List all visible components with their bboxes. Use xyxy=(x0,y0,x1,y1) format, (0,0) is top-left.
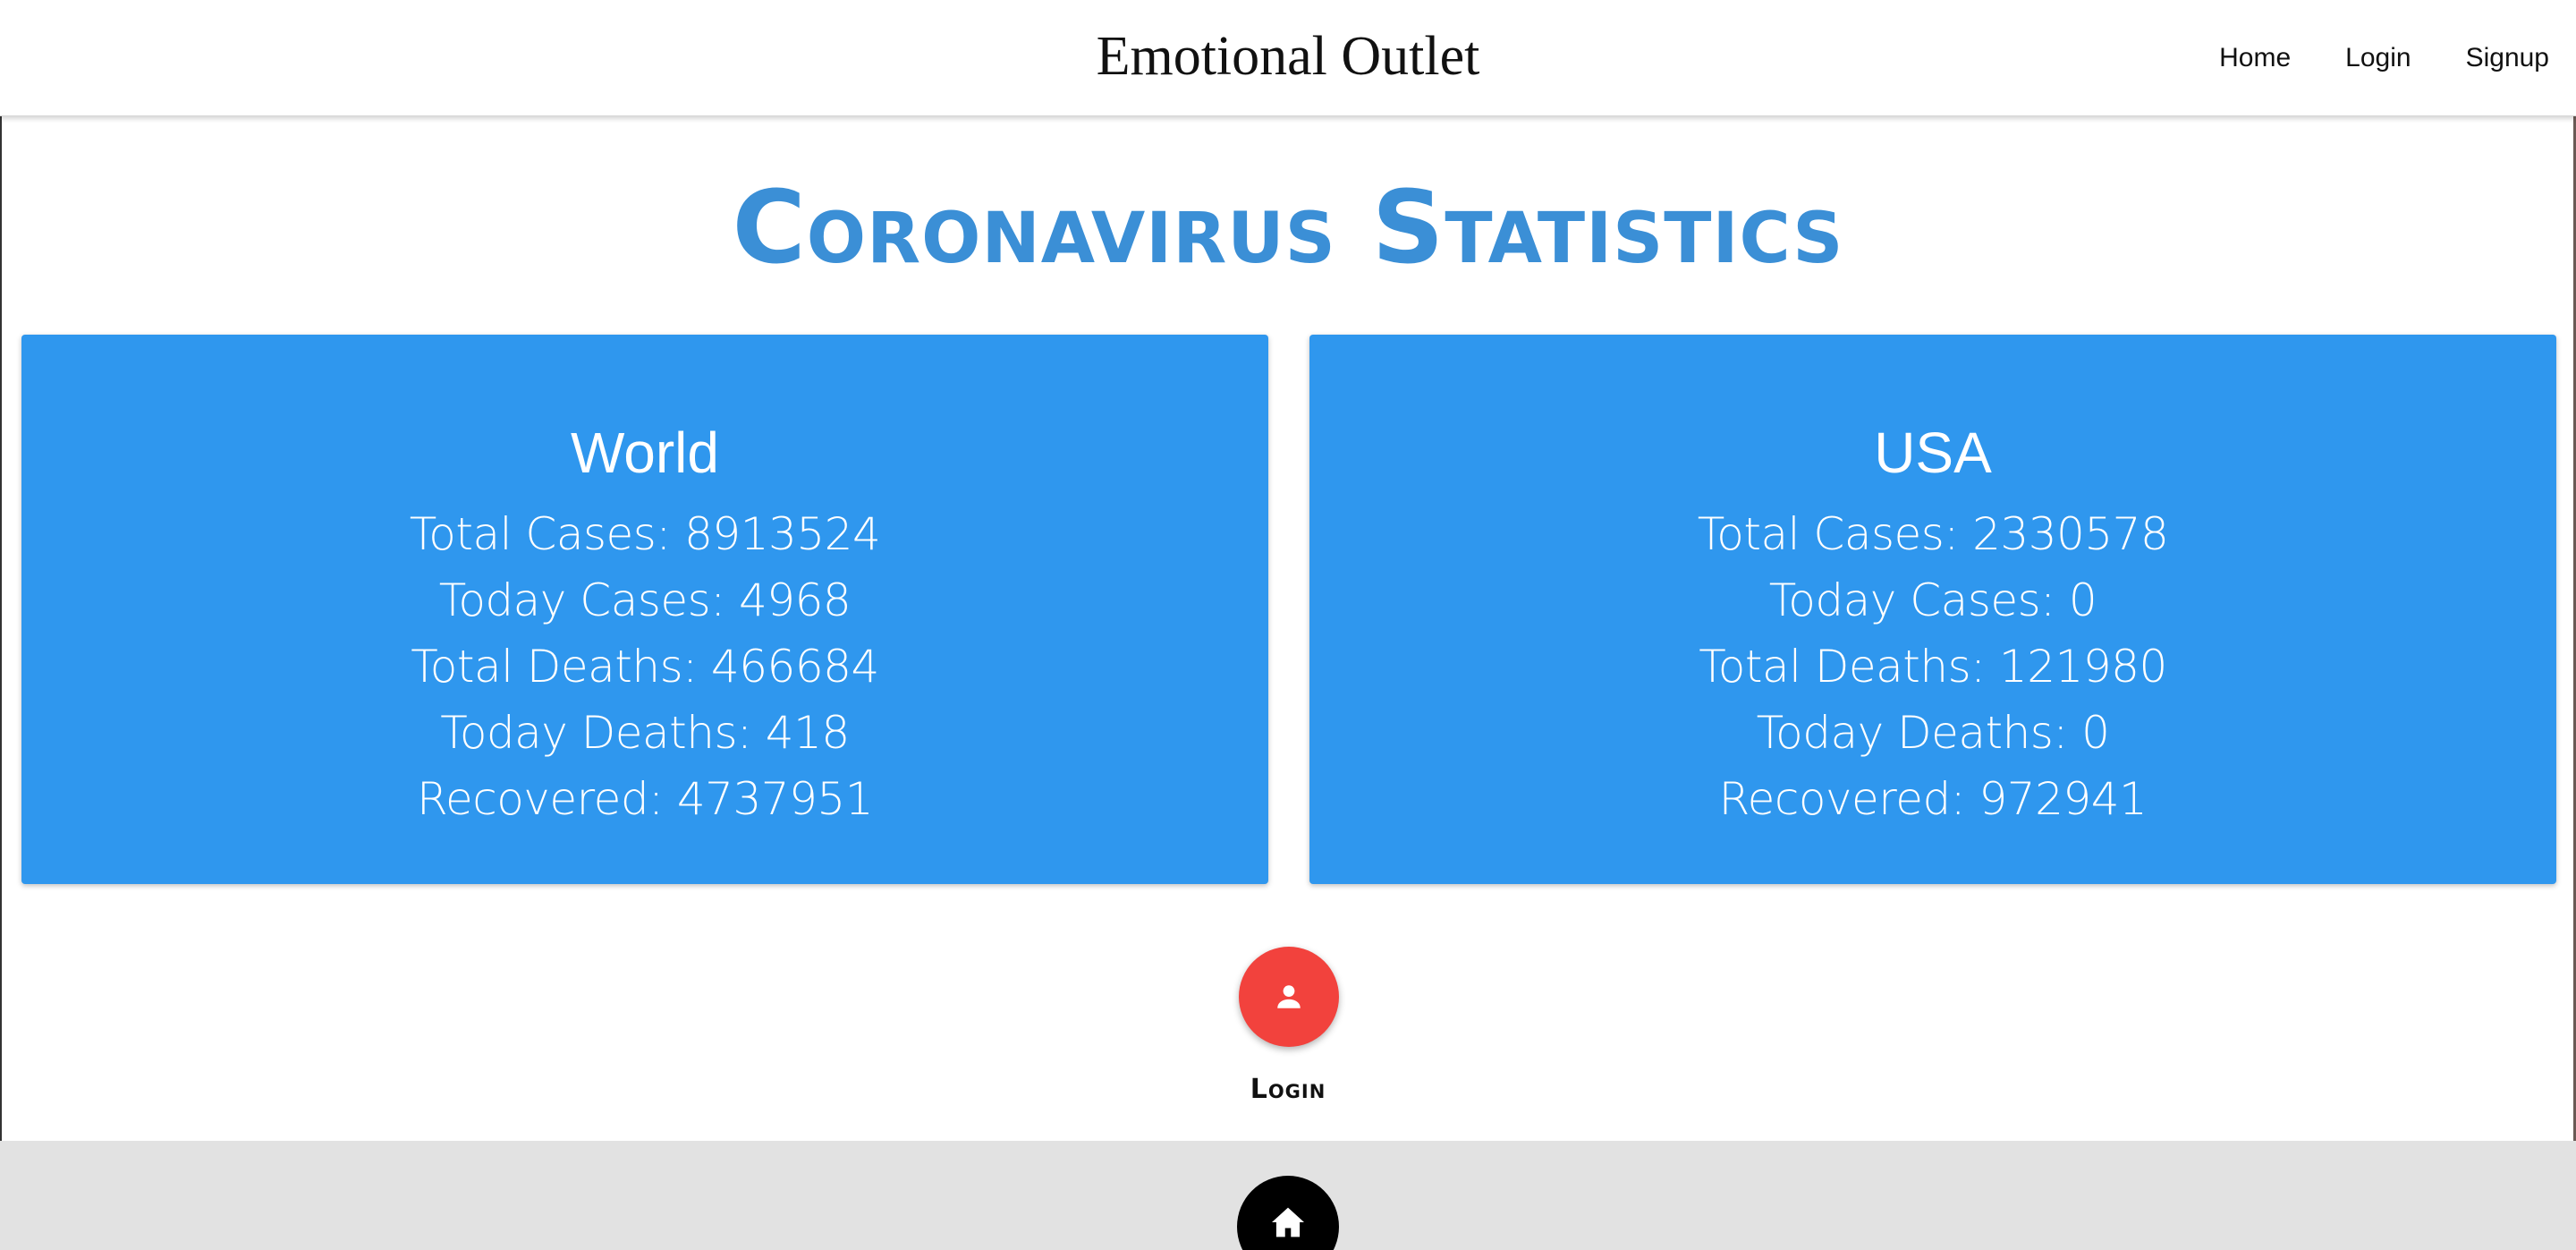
stat-total-deaths: Total Deaths: 466684 xyxy=(411,641,879,693)
stat-list: Total Cases: 8913524 Today Cases: 4968 T… xyxy=(21,501,1268,832)
nav-link-signup[interactable]: Signup xyxy=(2466,43,2549,73)
nav-link-login[interactable]: Login xyxy=(2345,43,2411,73)
stat-total-cases: Total Cases: 2330578 xyxy=(1697,508,2169,560)
page-title: Coronavirus Statistics xyxy=(732,170,1844,286)
home-icon xyxy=(1272,1207,1304,1237)
stat-total-cases: Total Cases: 8913524 xyxy=(409,508,881,560)
stats-card-world: World Total Cases: 8913524 Today Cases: … xyxy=(21,335,1268,884)
stat-today-deaths: Today Deaths: 418 xyxy=(440,707,850,759)
card-title: World xyxy=(571,421,719,485)
card-title: USA xyxy=(1874,421,1992,485)
stat-today-cases: Today Cases: 4968 xyxy=(438,574,852,626)
stat-recovered: Recovered: 972941 xyxy=(1718,773,2148,825)
stat-recovered: Recovered: 4737951 xyxy=(416,773,874,825)
stat-total-deaths: Total Deaths: 121980 xyxy=(1699,641,2167,693)
login-fab-button[interactable] xyxy=(1239,947,1339,1047)
nav-links: Home Login Signup xyxy=(2165,43,2549,73)
stat-today-cases: Today Cases: 0 xyxy=(1768,574,2097,626)
stats-card-usa: USA Total Cases: 2330578 Today Cases: 0 … xyxy=(1309,335,2556,884)
top-navbar: Emotional Outlet Home Login Signup xyxy=(0,0,2576,116)
stat-list: Total Cases: 2330578 Today Cases: 0 Tota… xyxy=(1309,501,2556,832)
stat-today-deaths: Today Deaths: 0 xyxy=(1756,707,2110,759)
login-label[interactable]: Login xyxy=(0,1074,2576,1105)
nav-link-home[interactable]: Home xyxy=(2219,43,2291,73)
person-icon xyxy=(1277,985,1301,1008)
